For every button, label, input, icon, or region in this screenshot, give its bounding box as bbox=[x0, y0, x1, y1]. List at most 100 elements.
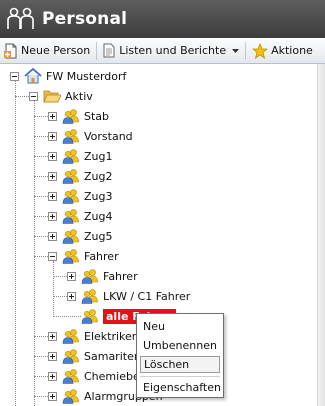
menu-separator bbox=[140, 376, 220, 377]
tree-guide-line bbox=[34, 256, 48, 257]
tree-node-label: FW Musterdorf bbox=[46, 69, 127, 83]
expand-toggle[interactable] bbox=[48, 171, 57, 181]
group-icon bbox=[62, 208, 80, 224]
tree-guide-line bbox=[34, 336, 48, 337]
expand-toggle[interactable] bbox=[67, 291, 76, 301]
new-document-icon bbox=[4, 43, 18, 59]
tree-node-label: Zug1 bbox=[84, 149, 113, 163]
tree-guide-line bbox=[34, 116, 48, 117]
tree-guide-line bbox=[53, 316, 81, 317]
page-title: Personal bbox=[42, 9, 128, 29]
tree-node-group[interactable]: Samariter bbox=[48, 346, 138, 366]
tree-node-label: Vorstand bbox=[84, 129, 133, 143]
tree-node-aktiv[interactable]: Aktiv bbox=[29, 86, 93, 106]
folder-open-icon bbox=[43, 88, 62, 104]
new-person-label: Neue Person bbox=[21, 44, 91, 57]
tree-guide-line bbox=[34, 196, 48, 197]
tree-node-label: LKW / C1 Fahrer bbox=[103, 289, 191, 303]
tree-guide-line bbox=[34, 136, 48, 137]
new-person-button[interactable]: Neue Person bbox=[0, 40, 94, 62]
expand-toggle[interactable] bbox=[48, 111, 57, 121]
tree-node-group[interactable]: LKW / C1 Fahrer bbox=[67, 286, 190, 306]
expand-toggle[interactable] bbox=[48, 131, 57, 141]
actions-label: Aktione bbox=[271, 44, 313, 57]
group-icon bbox=[81, 308, 99, 324]
tree-node-group[interactable]: Elektriker bbox=[48, 326, 136, 346]
document-icon bbox=[103, 43, 115, 58]
expand-toggle[interactable] bbox=[48, 331, 57, 341]
menu-item-rename[interactable]: Umbenennen bbox=[140, 337, 220, 354]
group-icon bbox=[62, 228, 80, 244]
menu-item-delete[interactable]: Löschen bbox=[140, 356, 220, 373]
tree-node-group[interactable]: Zug5 bbox=[48, 226, 113, 246]
tree-guide-line bbox=[34, 376, 48, 377]
menu-item-properties[interactable]: Eigenschaften bbox=[140, 379, 221, 396]
lists-reports-button[interactable]: Listen und Berichte bbox=[99, 40, 243, 62]
vertical-scrollbar[interactable] bbox=[317, 64, 325, 406]
tree-node-label: Fahrer bbox=[103, 269, 138, 283]
expand-toggle[interactable] bbox=[48, 371, 57, 381]
tree-node-group[interactable]: Zug3 bbox=[48, 186, 113, 206]
toolbar-separator bbox=[96, 41, 98, 60]
collapse-toggle[interactable] bbox=[10, 71, 19, 81]
tree-node-group[interactable]: Fahrer bbox=[67, 266, 138, 286]
tree-node-group[interactable]: Zug1 bbox=[48, 146, 113, 166]
actions-button[interactable]: Aktione bbox=[248, 40, 317, 62]
group-icon bbox=[62, 168, 80, 184]
expand-toggle[interactable] bbox=[48, 231, 57, 241]
group-icon bbox=[62, 328, 80, 344]
tree-node-label: Zug5 bbox=[84, 229, 113, 243]
tree-guide-line bbox=[34, 216, 48, 217]
group-icon bbox=[62, 188, 80, 204]
tree-guide-line bbox=[34, 356, 48, 357]
collapse-toggle[interactable] bbox=[48, 251, 57, 261]
expand-toggle[interactable] bbox=[48, 191, 57, 201]
group-icon bbox=[62, 368, 80, 384]
tree-node-label: Aktiv bbox=[65, 89, 93, 103]
menu-item-new[interactable]: Neu bbox=[140, 318, 220, 335]
group-icon bbox=[62, 128, 80, 144]
tree-guide-line bbox=[34, 236, 48, 237]
expand-toggle[interactable] bbox=[48, 351, 57, 361]
tree-node-label: Zug4 bbox=[84, 209, 113, 223]
tree-guide-line bbox=[53, 276, 67, 277]
tree-guide-line bbox=[34, 101, 35, 406]
toolbar-separator bbox=[245, 41, 247, 60]
expand-toggle[interactable] bbox=[48, 391, 57, 401]
group-icon bbox=[62, 148, 80, 164]
group-icon bbox=[62, 388, 80, 404]
tree-node-group[interactable]: Vorstand bbox=[48, 126, 133, 146]
tree-node-label: Zug3 bbox=[84, 189, 113, 203]
group-icon bbox=[62, 248, 80, 264]
group-icon bbox=[81, 268, 99, 284]
tree-node-fahrer[interactable]: Fahrer bbox=[48, 246, 119, 266]
tree-node-label: Fahrer bbox=[84, 249, 119, 263]
tree-guide-line bbox=[34, 156, 48, 157]
group-icon bbox=[62, 108, 80, 124]
tree-guide-line bbox=[15, 81, 16, 406]
tree-node-group[interactable]: Zug2 bbox=[48, 166, 113, 186]
group-icon bbox=[62, 348, 80, 364]
title-bar: Personal bbox=[0, 0, 325, 38]
lists-reports-label: Listen und Berichte bbox=[119, 44, 227, 57]
chevron-down-icon bbox=[232, 48, 240, 53]
people-icon bbox=[3, 0, 39, 38]
tree-node-root[interactable]: FW Musterdorf bbox=[10, 66, 126, 86]
expand-toggle[interactable] bbox=[67, 271, 76, 281]
tree-node-label: Elektriker bbox=[84, 329, 137, 343]
star-icon bbox=[252, 42, 269, 59]
tree-guide-line bbox=[53, 296, 67, 297]
tree-node-group[interactable]: Zug4 bbox=[48, 206, 113, 226]
collapse-toggle[interactable] bbox=[29, 91, 38, 101]
context-menu: Neu Umbenennen Löschen Eigenschaften bbox=[136, 313, 224, 398]
group-icon bbox=[81, 288, 99, 304]
expand-toggle[interactable] bbox=[48, 211, 57, 221]
tree-node-group[interactable]: Chemiebe bbox=[48, 366, 140, 386]
tree-node-label: Zug2 bbox=[84, 169, 113, 183]
expand-toggle[interactable] bbox=[48, 151, 57, 161]
tree-guide-line bbox=[15, 96, 29, 97]
tree-node-label: Samariter bbox=[84, 349, 139, 363]
tree-node-group[interactable]: Stab bbox=[48, 106, 109, 126]
tree-node-label: Stab bbox=[84, 109, 110, 123]
house-icon bbox=[24, 67, 42, 84]
